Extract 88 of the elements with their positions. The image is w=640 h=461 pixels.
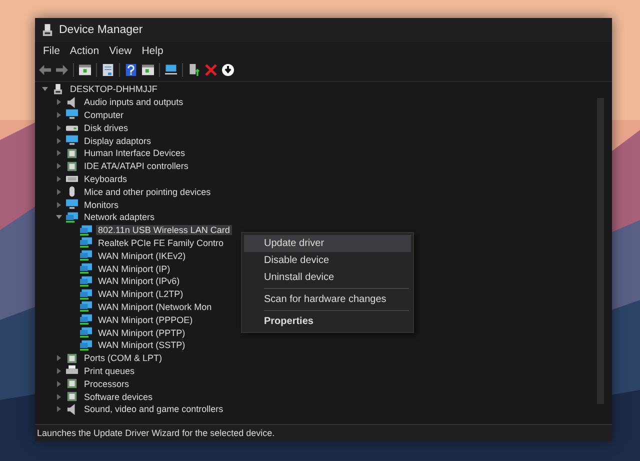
- network-icon: [80, 314, 92, 326]
- network-icon: [80, 327, 92, 338]
- tree-item[interactable]: Ports (COM & LPT): [82, 353, 164, 364]
- keyboard-icon: [66, 173, 78, 184]
- chip-icon: [66, 160, 78, 172]
- device-add-icon[interactable]: [188, 64, 200, 76]
- printer-icon: [66, 365, 78, 376]
- monitor-icon: [66, 199, 78, 210]
- menu-item[interactable]: View: [104, 44, 137, 56]
- network-icon: [80, 224, 92, 236]
- tree-item[interactable]: Disk drives: [82, 122, 130, 133]
- chip-icon: [66, 378, 78, 390]
- menu-item[interactable]: File: [38, 44, 65, 56]
- tree-item[interactable]: WAN Miniport (IP): [96, 264, 172, 274]
- expand-arrow-icon[interactable]: [55, 200, 63, 209]
- window-icon[interactable]: [79, 64, 91, 76]
- expand-arrow-icon[interactable]: [55, 149, 63, 158]
- monitor-icon: [66, 109, 78, 120]
- tree-item[interactable]: DESKTOP-DHHMJJF: [68, 84, 160, 94]
- tree-item[interactable]: WAN Miniport (SSTP): [96, 340, 188, 350]
- help-icon[interactable]: [125, 64, 137, 76]
- expand-arrow-icon[interactable]: [55, 380, 63, 388]
- collapse-arrow-icon[interactable]: [41, 85, 49, 94]
- tree-item[interactable]: Audio inputs and outputs: [82, 97, 186, 108]
- expand-arrow-icon[interactable]: [55, 405, 63, 414]
- tree-item[interactable]: Keyboards: [82, 174, 130, 184]
- window-icon[interactable]: [142, 64, 154, 76]
- expand-arrow-icon[interactable]: [55, 366, 63, 375]
- expand-arrow-icon[interactable]: [55, 174, 63, 183]
- tree-item[interactable]: WAN Miniport (PPPOE): [96, 314, 195, 325]
- speaker-icon: [66, 404, 78, 415]
- network-icon: [80, 276, 92, 287]
- collapse-arrow-icon[interactable]: [55, 213, 63, 222]
- menu-item[interactable]: Action: [64, 44, 104, 56]
- network-icon: [80, 340, 92, 351]
- tree-item[interactable]: Sound, video and game controllers: [82, 404, 226, 414]
- forward-icon[interactable]: [56, 64, 68, 76]
- tree-item[interactable]: Computer: [82, 110, 126, 120]
- close-icon[interactable]: [205, 64, 217, 76]
- computer-icon: [42, 24, 53, 36]
- menu-item[interactable]: Uninstall device: [244, 269, 411, 286]
- download-icon[interactable]: [222, 64, 234, 76]
- tree-item[interactable]: WAN Miniport (L2TP): [96, 289, 186, 300]
- back-icon[interactable]: [39, 64, 51, 76]
- tree-item[interactable]: Display adaptors: [82, 136, 154, 146]
- tree-item[interactable]: 802.11n USB Wireless LAN Card: [96, 225, 232, 236]
- expand-arrow-icon[interactable]: [55, 110, 63, 119]
- expand-arrow-icon[interactable]: [55, 354, 63, 362]
- tree-item[interactable]: WAN Miniport (IKEv2): [96, 250, 188, 261]
- expand-arrow-icon[interactable]: [55, 98, 63, 106]
- chip-icon: [66, 391, 78, 402]
- speaker-icon: [66, 96, 78, 108]
- tree-item[interactable]: IDE ATA/ATAPI controllers: [82, 161, 190, 172]
- tree-item[interactable]: WAN Miniport (Network Mon: [96, 302, 214, 312]
- expand-arrow-icon[interactable]: [55, 136, 63, 145]
- network-icon: [80, 237, 92, 248]
- tree-item[interactable]: Software devices: [82, 392, 155, 402]
- document-icon[interactable]: [102, 64, 114, 76]
- chip-icon: [66, 352, 78, 364]
- network-icon: [80, 263, 92, 274]
- menu-item[interactable]: Disable device: [244, 252, 411, 269]
- computer-icon: [52, 84, 64, 95]
- network-icon: [80, 250, 92, 262]
- menu-item[interactable]: Scan for hardware changes: [244, 291, 411, 308]
- menu-item[interactable]: Update driver: [244, 235, 411, 252]
- tree-item[interactable]: Human Interface Devices: [82, 148, 188, 158]
- network-icon: [80, 301, 92, 312]
- network-icon: [80, 288, 92, 300]
- menu-item[interactable]: Help: [136, 44, 168, 56]
- tree-item[interactable]: Print queues: [82, 366, 137, 376]
- chip-icon: [66, 148, 78, 159]
- status-text: Launches the Update Driver Wizard for the selected device.: [37, 428, 275, 438]
- expand-arrow-icon[interactable]: [55, 124, 63, 132]
- tree-item[interactable]: Mice and other pointing devices: [82, 186, 213, 197]
- window-title: Device Manager: [59, 24, 143, 36]
- monitor-icon[interactable]: [165, 64, 177, 76]
- tree-item[interactable]: Realtek PCIe FE Family Contro: [96, 238, 226, 248]
- expand-arrow-icon[interactable]: [55, 162, 63, 170]
- monitor-icon: [66, 135, 78, 146]
- tree-item[interactable]: WAN Miniport (PPTP): [96, 328, 188, 338]
- menu-item[interactable]: Properties: [244, 313, 411, 330]
- expand-arrow-icon[interactable]: [55, 188, 63, 196]
- tree-item[interactable]: Network adapters: [82, 212, 157, 222]
- network-icon: [66, 212, 78, 223]
- tree-item[interactable]: Monitors: [82, 200, 121, 210]
- tree-item[interactable]: WAN Miniport (IPv6): [96, 276, 182, 286]
- expand-arrow-icon[interactable]: [55, 392, 63, 401]
- tree-item[interactable]: Processors: [82, 378, 132, 389]
